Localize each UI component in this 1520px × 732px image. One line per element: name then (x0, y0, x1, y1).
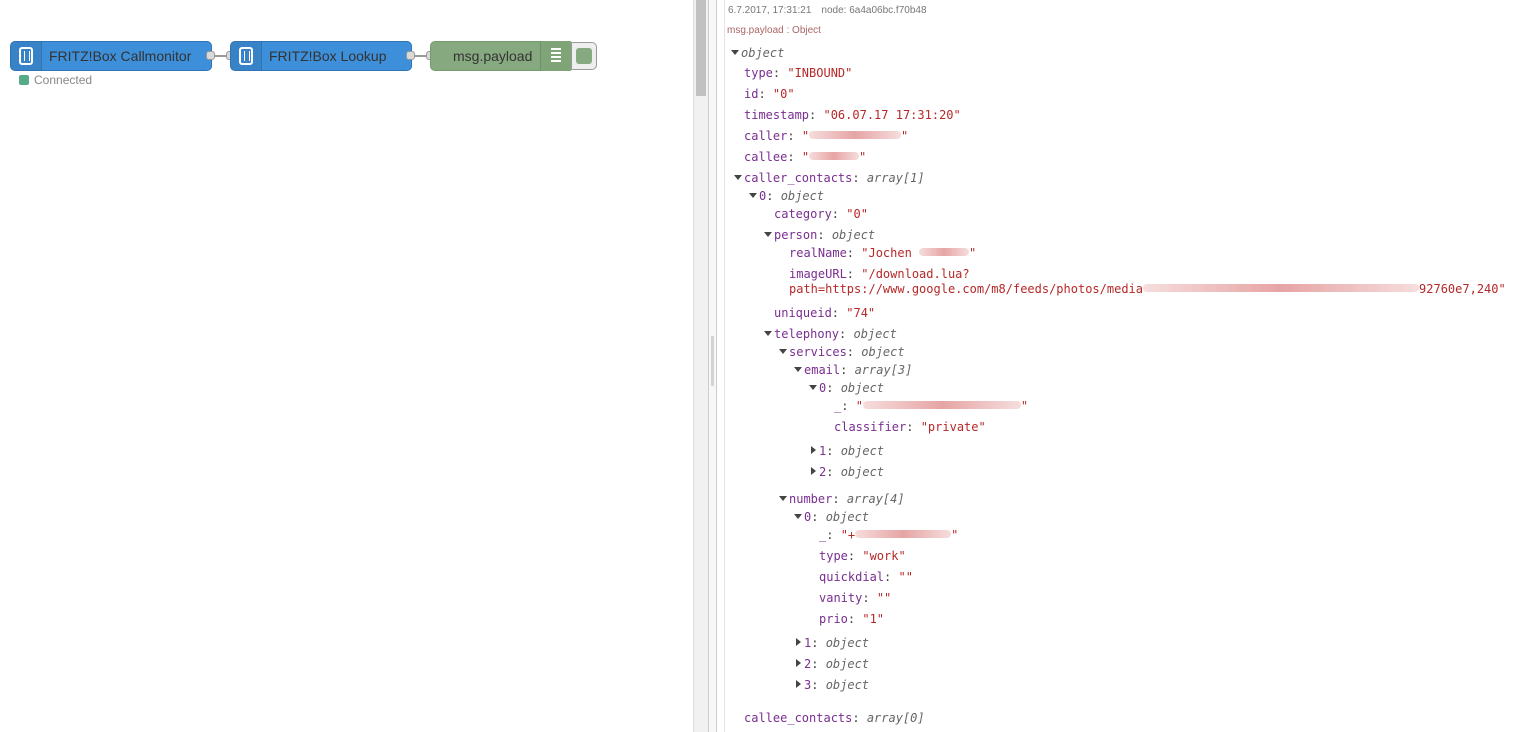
tree-root[interactable]: object (731, 46, 784, 61)
debug-node-label: msg.payload (453, 48, 533, 64)
status-text: Connected (34, 73, 93, 87)
debug-node-link[interactable]: node: 6a4a06bc.f70b48 (821, 5, 926, 16)
redacted-value (855, 530, 952, 538)
field-id: id: "0" (744, 87, 795, 101)
toggle-indicator-icon (576, 48, 592, 64)
canvas-scrollbar[interactable] (693, 0, 708, 732)
expand-arrow-icon[interactable] (796, 659, 801, 667)
field-quickdial: quickdial: "" (819, 570, 913, 584)
field-number-1[interactable]: 1: object (794, 636, 869, 651)
field-number-type: type: "work" (819, 549, 906, 563)
field-number-2[interactable]: 2: object (794, 657, 869, 672)
field-email[interactable]: email: array[3] (794, 363, 912, 378)
field-callee: callee: " " (744, 150, 867, 164)
field-vanity: vanity: "" (819, 591, 892, 605)
field-imageurl: imageURL: "/download.lua? (789, 267, 970, 281)
redacted-value (809, 131, 902, 139)
collapse-arrow-icon[interactable] (764, 232, 772, 237)
field-person[interactable]: person: object (764, 228, 875, 243)
field-caller-contacts[interactable]: caller_contacts: array[1] (734, 171, 925, 186)
field-email-2[interactable]: 2: object (809, 465, 884, 480)
collapse-arrow-icon[interactable] (764, 331, 772, 336)
collapse-arrow-icon[interactable] (734, 175, 742, 180)
lookup-node-label: FRITZ!Box Lookup (269, 48, 387, 64)
field-caller: caller: " " (744, 129, 909, 143)
field-type: type: "INBOUND" (744, 66, 853, 80)
collapse-arrow-icon[interactable] (794, 514, 802, 519)
field-number-3[interactable]: 3: object (794, 678, 869, 693)
field-email-0-value: _: " " (834, 399, 1029, 413)
flow-canvas[interactable]: FRITZ!Box Callmonitor FRITZ!Box Lookup m… (0, 0, 693, 732)
lookup-node[interactable]: FRITZ!Box Lookup (230, 41, 412, 71)
field-realname: realName: "Jochen " (789, 246, 977, 260)
collapse-arrow-icon[interactable] (779, 349, 787, 354)
callmonitor-output-port[interactable] (206, 51, 215, 60)
status-dot-icon (19, 75, 29, 85)
list-icon (551, 48, 561, 64)
redacted-value (1143, 284, 1420, 292)
debug-message-meta: 6.7.2017, 17:31:21 node: 6a4a06bc.f70b48 (728, 5, 927, 16)
expand-arrow-icon[interactable] (796, 680, 801, 688)
phone-icon (11, 42, 42, 70)
lookup-output-port[interactable] (406, 51, 415, 60)
callmonitor-node[interactable]: FRITZ!Box Callmonitor (10, 41, 212, 71)
collapse-arrow-icon[interactable] (794, 367, 802, 372)
debug-toggle-button[interactable] (571, 42, 597, 70)
field-services[interactable]: services: object (779, 345, 905, 360)
sidebar-splitter[interactable] (708, 0, 717, 732)
field-email-1[interactable]: 1: object (809, 444, 884, 459)
field-email-0[interactable]: 0: object (809, 381, 884, 396)
field-timestamp: timestamp: "06.07.17 17:31:20" (744, 108, 961, 122)
scrollbar-thumb[interactable] (696, 0, 706, 96)
collapse-arrow-icon[interactable] (731, 50, 739, 55)
debug-topic: msg.payload : Object (727, 25, 821, 36)
debug-list-button[interactable] (540, 41, 571, 71)
field-telephony[interactable]: telephony: object (764, 327, 897, 342)
node-status: Connected (19, 73, 92, 87)
field-prio: prio: "1" (819, 612, 885, 626)
collapse-arrow-icon[interactable] (779, 496, 787, 501)
field-classifier: classifier: "private" (834, 420, 986, 434)
collapse-arrow-icon[interactable] (809, 385, 817, 390)
field-number-0-value: _: "+ " (819, 528, 959, 542)
debug-timestamp: 6.7.2017, 17:31:21 (728, 5, 812, 16)
field-number-0[interactable]: 0: object (794, 510, 869, 525)
expand-arrow-icon[interactable] (811, 467, 816, 475)
collapse-arrow-icon[interactable] (749, 193, 757, 198)
field-number[interactable]: number: array[4] (779, 492, 905, 507)
field-caller-contacts-0[interactable]: 0: object (749, 189, 824, 204)
phone-icon (231, 42, 262, 70)
field-imageurl-cont: path=https://www.google.com/m8/feeds/pho… (789, 282, 1506, 296)
field-uniqueid: uniqueid: "74" (774, 306, 876, 320)
redacted-value (862, 401, 1021, 409)
expand-arrow-icon[interactable] (796, 638, 801, 646)
redacted-value (919, 248, 970, 256)
field-category: category: "0" (774, 207, 868, 221)
redacted-value (809, 152, 860, 160)
expand-arrow-icon[interactable] (811, 446, 816, 454)
splitter-grip[interactable] (711, 336, 714, 386)
debug-panel: 6.7.2017, 17:31:21 node: 6a4a06bc.f70b48 … (725, 0, 1520, 732)
field-callee-contacts: callee_contacts: array[0] (744, 711, 925, 725)
callmonitor-node-label: FRITZ!Box Callmonitor (49, 48, 192, 64)
